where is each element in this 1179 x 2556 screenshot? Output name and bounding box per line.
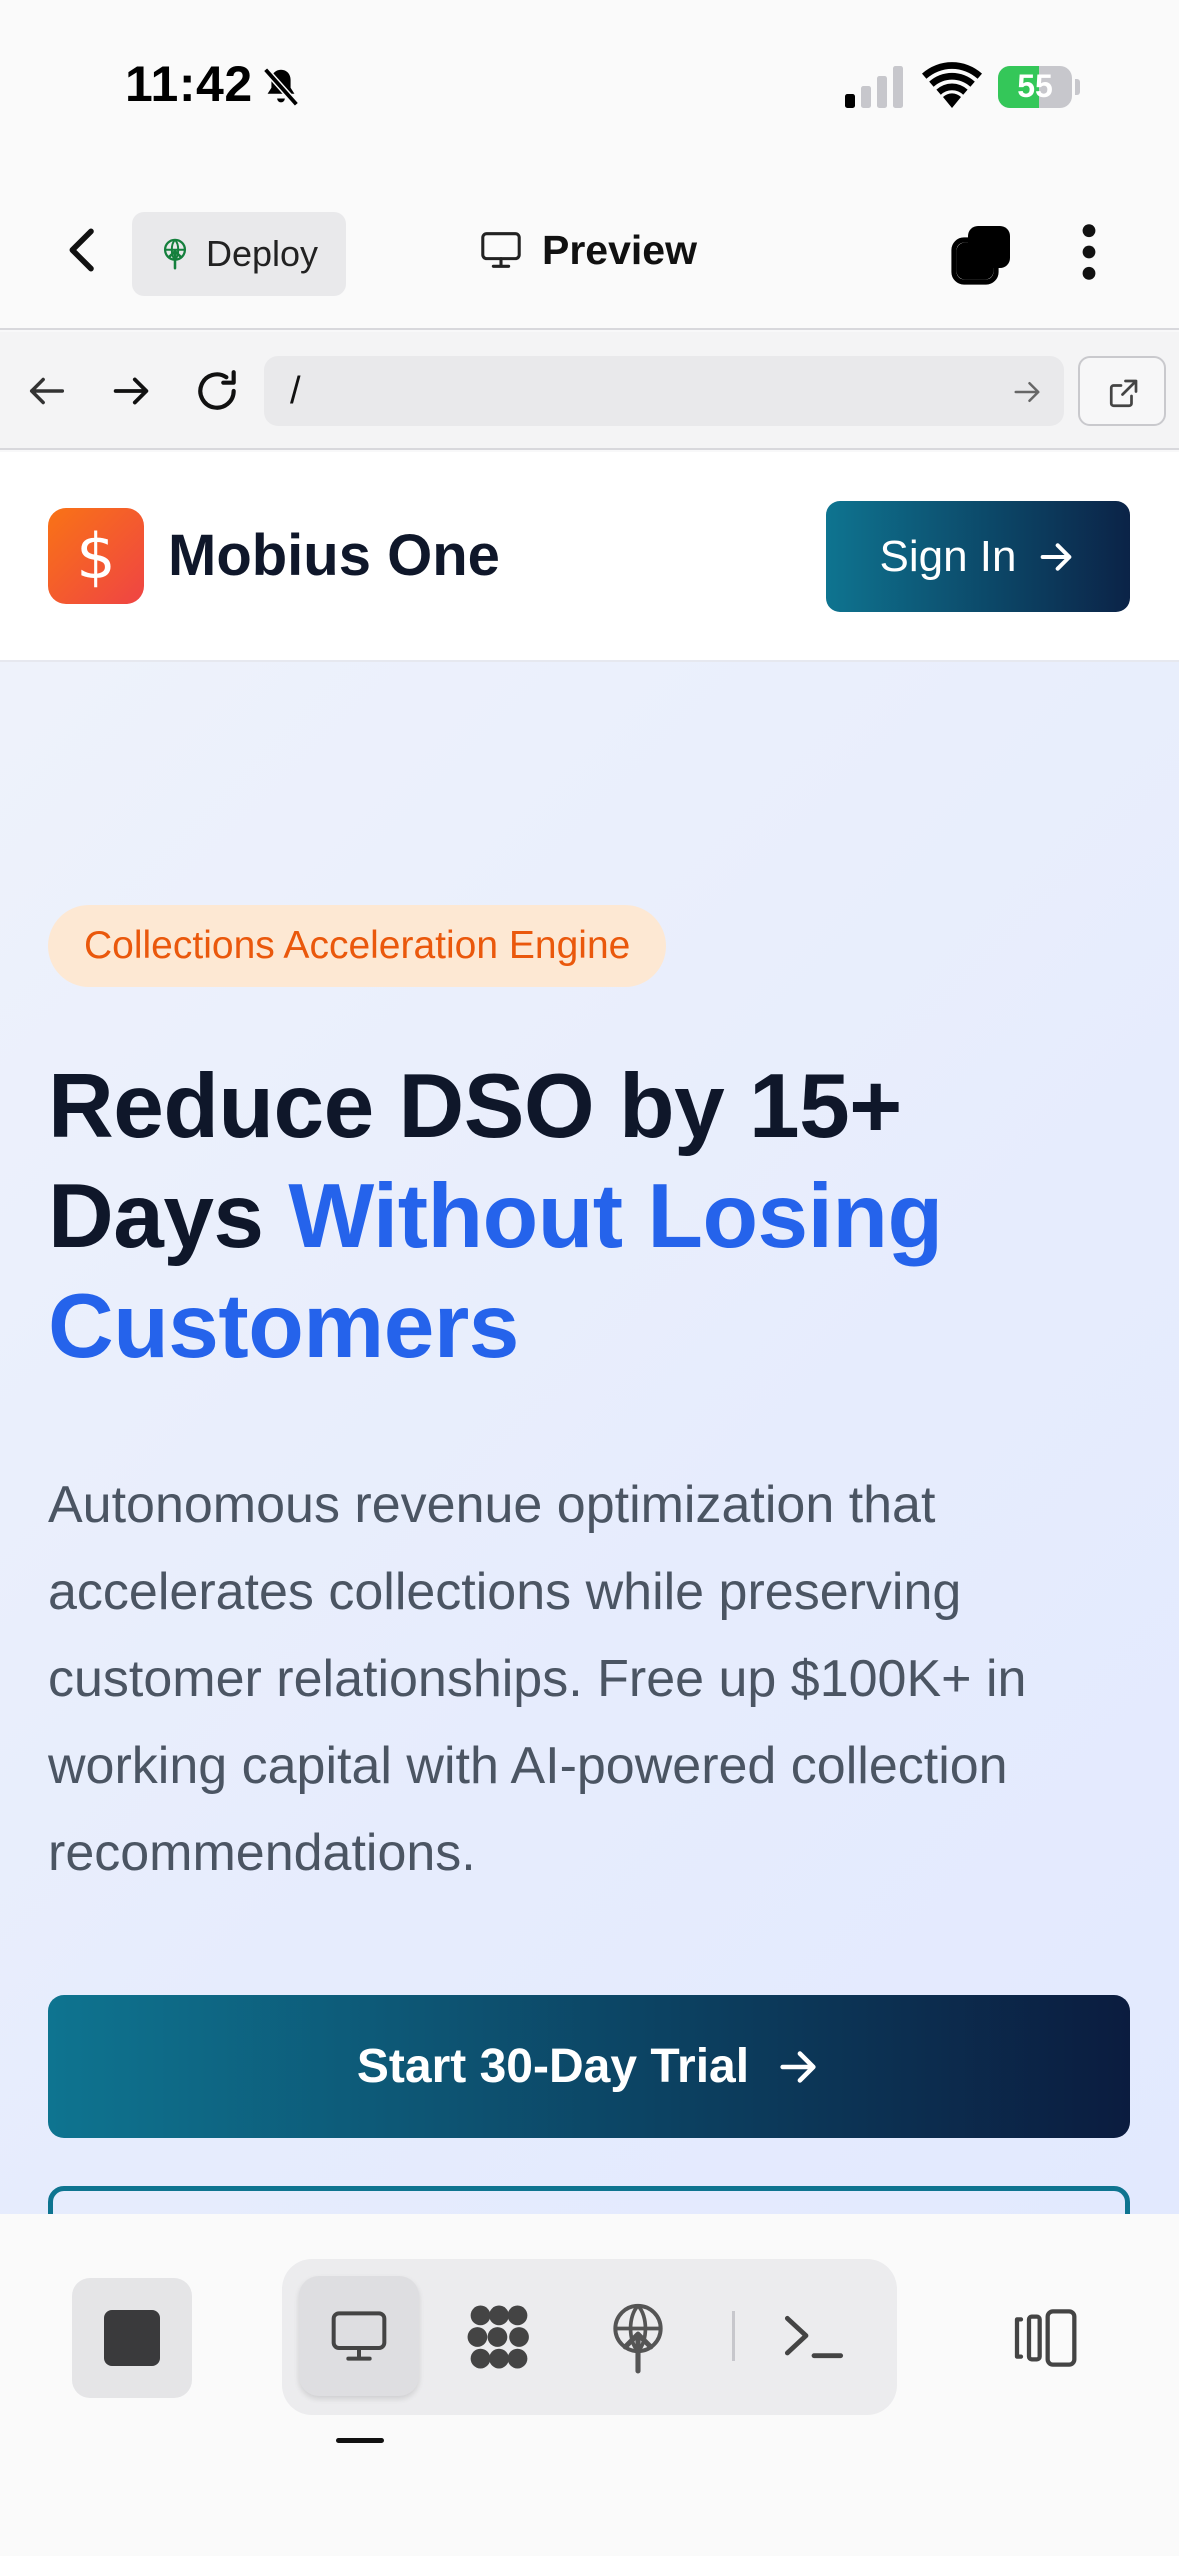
battery-charging-icon: 55 <box>998 66 1080 108</box>
battery-percent: 55 <box>1017 68 1053 104</box>
arrow-right-icon <box>1041 542 1072 571</box>
site-header: $ Mobius One Sign In <box>0 452 1179 662</box>
deploy-button[interactable]: Deploy <box>132 212 346 296</box>
arrow-left-icon[interactable] <box>24 368 70 414</box>
monitor-icon <box>331 2311 387 2361</box>
go-arrow-icon[interactable] <box>1012 377 1042 407</box>
deploy-icon[interactable] <box>604 2299 672 2375</box>
deploy-icon <box>163 238 187 270</box>
bell-slash-icon <box>263 67 299 107</box>
side-panel-icon[interactable] <box>1010 2306 1080 2370</box>
grid-blob-icon[interactable] <box>462 2300 536 2374</box>
reload-icon[interactable] <box>192 366 242 416</box>
more-vertical-icon[interactable] <box>1072 220 1106 284</box>
start-trial-button[interactable]: Start 30-Day Trial <box>48 1995 1130 2138</box>
hero-headline: Reduce DSO by 15+ Days Without Losing Cu… <box>48 1056 943 1377</box>
deploy-label: Deploy <box>206 233 319 274</box>
secondary-cta-button[interactable] <box>48 2186 1130 2214</box>
sign-in-label: Sign In <box>879 531 1017 581</box>
brand-name[interactable]: Mobius One <box>168 522 500 589</box>
url-input[interactable]: / <box>264 356 1064 426</box>
hero-section: Collections Acceleration Engine Reduce D… <box>0 662 1179 2214</box>
open-external-button[interactable] <box>1078 356 1166 426</box>
url-bar: / <box>0 332 1179 450</box>
start-trial-label: Start 30-Day Trial <box>356 2040 750 2093</box>
tab-preview[interactable] <box>299 2276 419 2396</box>
cellular-signal-icon <box>845 66 903 108</box>
stop-button[interactable] <box>72 2278 192 2398</box>
preview-label: Preview <box>542 226 697 273</box>
arrow-right-icon[interactable] <box>108 368 154 414</box>
stop-icon <box>104 2310 160 2366</box>
view-switcher <box>282 2259 897 2415</box>
chevron-left-icon[interactable] <box>56 222 112 278</box>
status-time: 11:42 <box>125 56 253 112</box>
logo-dollar-icon[interactable]: $ <box>48 508 144 604</box>
monitor-icon <box>481 232 521 268</box>
open-external-icon <box>1109 379 1138 408</box>
wifi-icon <box>922 62 982 108</box>
toolbar-divider <box>732 2311 735 2361</box>
tabs-icon[interactable] <box>950 222 1014 286</box>
bottom-toolbar <box>0 2214 1179 2556</box>
status-bar: 11:42 55 <box>0 0 1179 170</box>
preview-title[interactable]: Preview <box>478 220 697 280</box>
sign-in-button[interactable]: Sign In <box>826 501 1130 612</box>
active-tab-indicator <box>336 2438 384 2443</box>
hero-subtitle: Autonomous revenue optimization that acc… <box>48 1476 1027 1882</box>
app-toolbar: Deploy Preview <box>0 170 1179 330</box>
arrow-right-icon <box>780 2050 816 2083</box>
terminal-icon[interactable] <box>782 2309 846 2365</box>
hero-badge: Collections Acceleration Engine <box>48 905 667 987</box>
url-path: / <box>290 370 301 412</box>
